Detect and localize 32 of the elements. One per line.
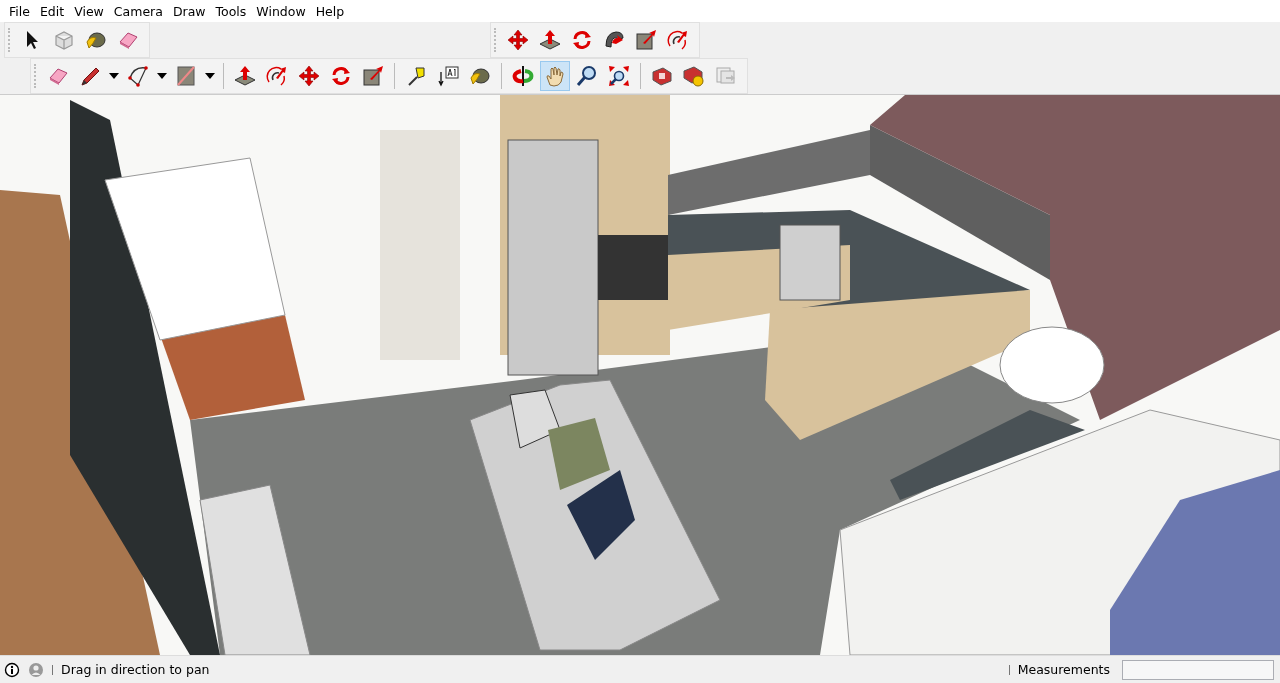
caret-icon [205, 73, 215, 79]
boxes-with-badge-icon [682, 64, 706, 88]
menu-item[interactable]: Edit [34, 3, 70, 19]
zoom-extents-icon [607, 64, 631, 88]
magnifier-icon [575, 64, 599, 88]
move-arrows-icon [506, 28, 530, 52]
measurements-field[interactable] [1122, 659, 1274, 680]
move-arrows-icon [297, 64, 321, 88]
caret-icon [109, 73, 119, 79]
menu-item[interactable]: File [4, 3, 35, 19]
info-icon[interactable] [4, 661, 20, 678]
hand-icon [543, 64, 567, 88]
menu-item[interactable]: Draw [167, 3, 211, 19]
rectangle-icon [174, 64, 198, 88]
menu-item[interactable]: Tools [210, 3, 252, 19]
scale-icon [361, 64, 385, 88]
menu-item[interactable]: Help [310, 3, 350, 19]
status-hint: Drag in direction to pan [61, 662, 211, 677]
menu-item[interactable]: Window [251, 3, 311, 19]
caret-icon [157, 73, 167, 79]
push-pull-icon [233, 64, 257, 88]
offset-icon [265, 64, 289, 88]
measurements-label: Measurements [1017, 662, 1110, 677]
offset-icon [666, 28, 690, 52]
orbit-icon [511, 64, 535, 88]
menu-item[interactable]: Camera [108, 3, 168, 19]
push-pull-icon [538, 28, 562, 52]
menu-item[interactable]: View [69, 3, 109, 19]
scale-icon [634, 28, 658, 52]
text-label-icon [436, 64, 460, 88]
arc-icon [126, 64, 150, 88]
boxes-icon [650, 64, 674, 88]
